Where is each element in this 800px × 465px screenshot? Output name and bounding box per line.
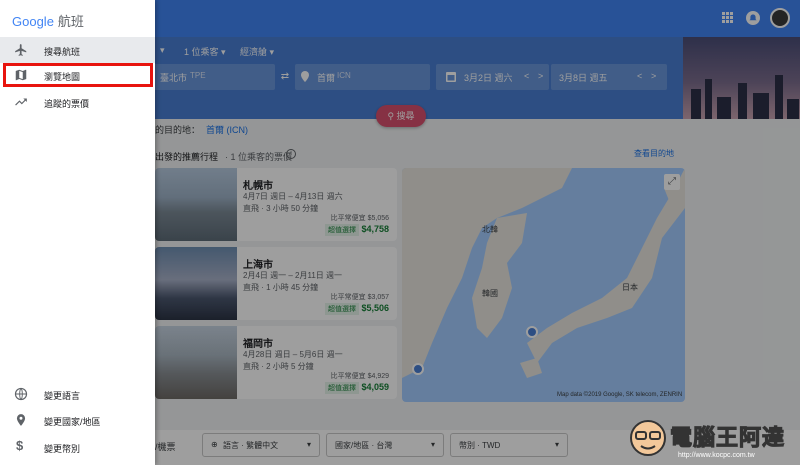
dollar-icon: $: [16, 438, 24, 453]
drawer-item-label: 變更語言: [44, 391, 81, 401]
drawer-item-change-currency[interactable]: $ 變更幣別: [0, 434, 155, 460]
trending-up-icon: [15, 98, 27, 106]
globe-icon: [14, 387, 28, 401]
site-watermark: 電腦王阿達 http://www.kocpc.com.tw: [628, 416, 798, 464]
logo-wordmark: Google: [12, 14, 54, 29]
drawer-item-tracked-prices[interactable]: 追蹤的票價: [0, 89, 155, 115]
drawer-item-label: 追蹤的票價: [44, 99, 90, 109]
watermark-url: http://www.kocpc.com.tw: [678, 452, 755, 459]
drawer-item-label: 搜尋航班: [44, 47, 81, 57]
drawer-item-label: 變更國家/地區: [44, 417, 101, 427]
annotation-highlight-box: [3, 63, 153, 87]
google-flights-logo: Google 航班: [12, 11, 84, 30]
logo-product: 航班: [57, 14, 84, 29]
drawer-item-label: 變更幣別: [44, 444, 81, 454]
watermark-mascot-icon: [630, 420, 666, 456]
airplane-icon: [15, 44, 27, 56]
drawer-item-search-flights[interactable]: 搜尋航班: [0, 37, 155, 63]
location-pin-icon: [16, 414, 26, 426]
watermark-text: 電腦王阿達: [669, 425, 786, 451]
drawer-item-change-language[interactable]: 變更語言: [0, 381, 155, 407]
drawer-item-change-country[interactable]: 變更國家/地區: [0, 407, 155, 433]
